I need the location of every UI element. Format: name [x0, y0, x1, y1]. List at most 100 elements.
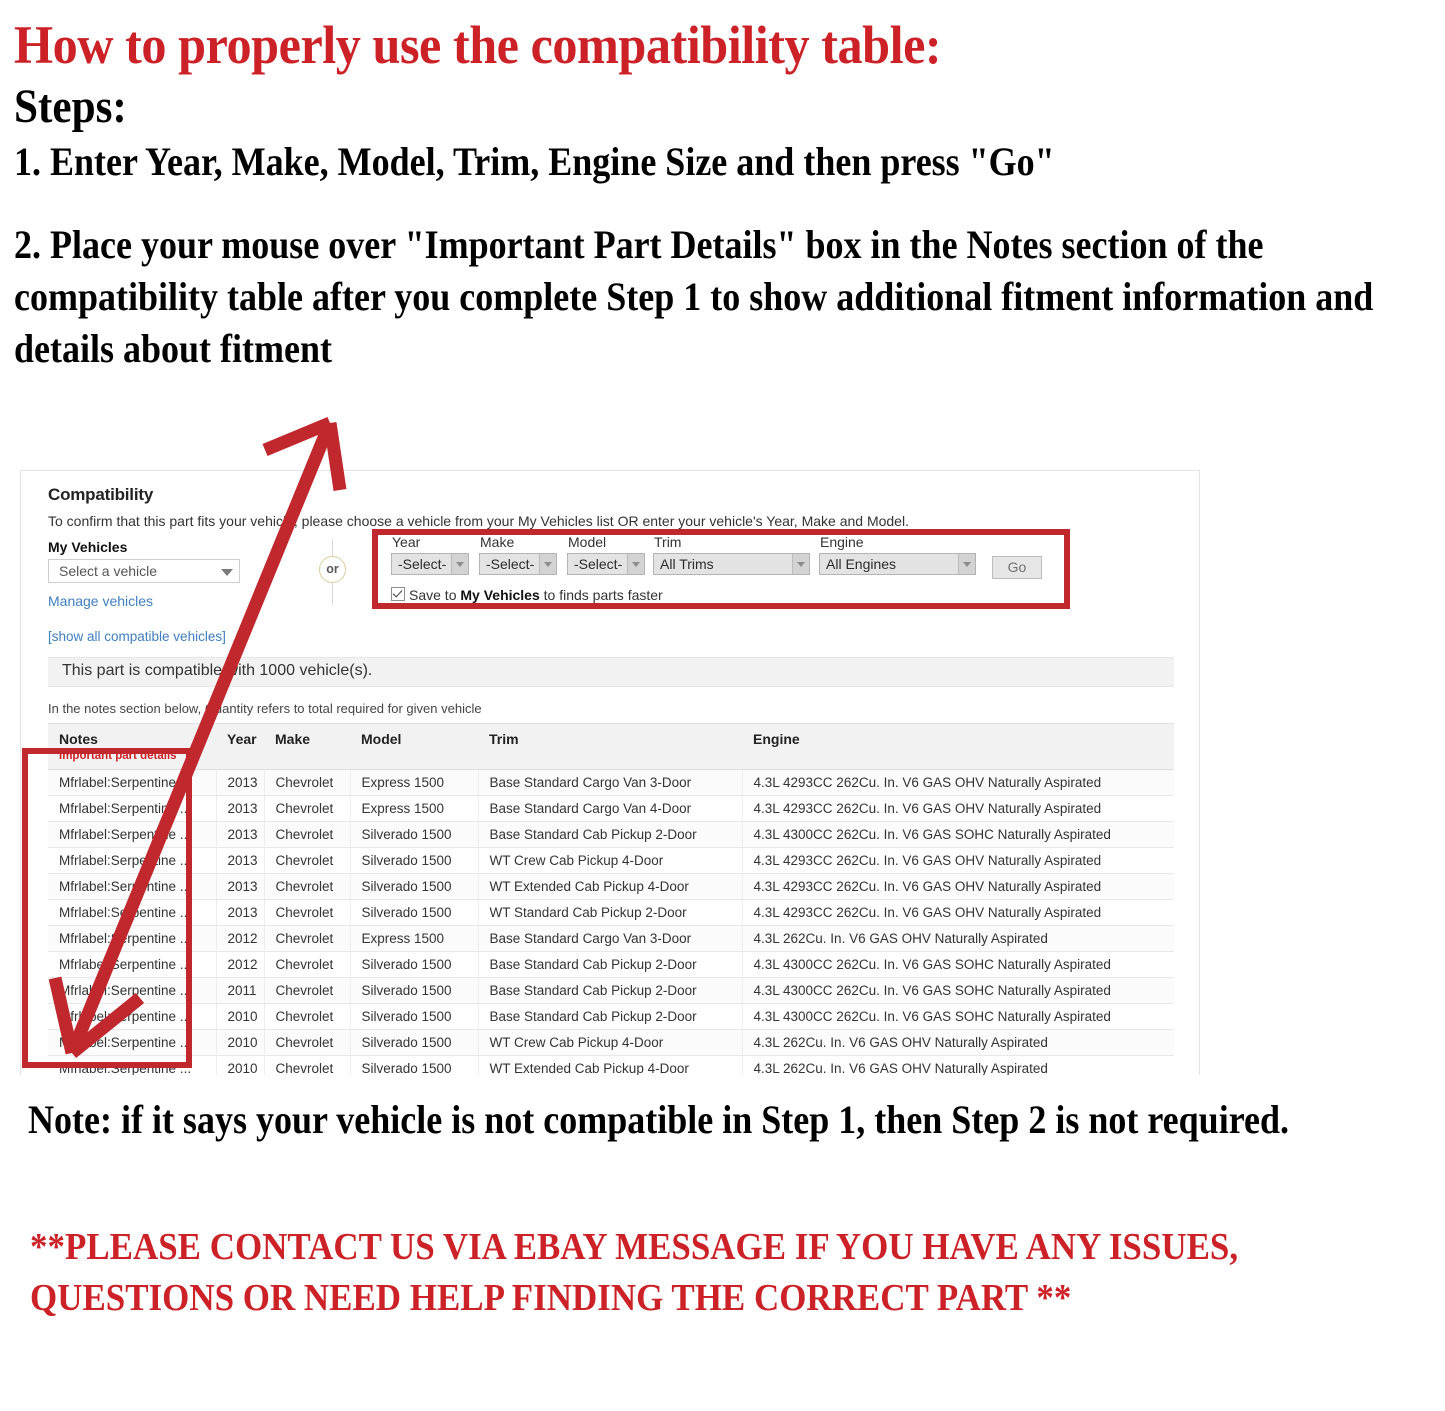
cell-model: Silverado 1500: [350, 1055, 479, 1075]
cell-engine: 4.3L 4293CC 262Cu. In. V6 GAS OHV Natura…: [742, 873, 1174, 900]
cell-year: 2013: [216, 847, 265, 874]
cell-trim: WT Extended Cab Pickup 4-Door: [478, 1055, 743, 1075]
table-row: Mfrlabel:Serpentine ... 2013 Chevrolet Expr…: [48, 795, 1174, 822]
save-to-my-vehicles-checkbox-row[interactable]: Save to My Vehicles to finds parts faste…: [391, 586, 663, 603]
vehicle-select-value: Select a vehicle: [59, 563, 158, 579]
cell-trim: Base Standard Cargo Van 4-Door: [478, 795, 743, 822]
quantity-note: In the notes section below, Quantity ref…: [48, 701, 482, 716]
cell-make: Chevrolet: [264, 873, 351, 900]
table-row: Mfrlabel:Serpentine ... 2013 Chevrolet Silv…: [48, 821, 1174, 848]
cell-year: 2012: [216, 925, 265, 952]
table-row: Mfrlabel:Serpentine ... 2010 Chevrolet Silv…: [48, 1029, 1174, 1056]
table-row: Mfrlabel:Serpentine ... 2010 Chevrolet Silv…: [48, 1003, 1174, 1030]
cell-trim: Base Standard Cargo Van 3-Door: [478, 925, 743, 952]
make-value: -Select-: [486, 556, 535, 572]
footer-note: Note: if it says your vehicle is not com…: [28, 1097, 1290, 1142]
cell-year: 2012: [216, 951, 265, 978]
table-row: Mfrlabel:Serpentine ... 2013 Chevrolet Silv…: [48, 847, 1174, 874]
go-button[interactable]: Go: [992, 556, 1042, 579]
cell-model: Silverado 1500: [350, 1003, 479, 1030]
cell-model: Silverado 1500: [350, 821, 479, 848]
year-label: Year: [392, 534, 421, 550]
cell-model: Silverado 1500: [350, 1029, 479, 1056]
compatibility-heading: Compatibility: [48, 485, 154, 504]
table-row: Mfrlabel:Serpentine ... 2012 Chevrolet Silv…: [48, 951, 1174, 978]
vehicle-select[interactable]: Select a vehicle: [48, 559, 240, 583]
cell-engine: 4.3L 262Cu. In. V6 GAS OHV Naturally Asp…: [742, 1055, 1174, 1075]
compatibility-table-head: Notes Important part details Year Make M…: [48, 723, 1174, 770]
column-header-trim[interactable]: Trim: [478, 723, 742, 770]
table-row: Mfrlabel:Serpentine ... 2013 Chevrolet Silv…: [48, 899, 1174, 926]
chevron-down-icon: [539, 554, 556, 574]
steps-label: Steps:: [14, 80, 127, 133]
cell-trim: Base Standard Cab Pickup 2-Door: [478, 821, 743, 848]
engine-value: All Engines: [826, 556, 897, 572]
model-value: -Select-: [574, 556, 623, 572]
footer-contact: **PLEASE CONTACT US VIA EBAY MESSAGE IF …: [30, 1226, 1239, 1320]
manage-vehicles-link[interactable]: Manage vehicles: [48, 593, 153, 609]
cell-engine: 4.3L 4293CC 262Cu. In. V6 GAS OHV Natura…: [742, 795, 1174, 822]
compatibility-screenshot: Compatibility To confirm that this part …: [20, 470, 1202, 1075]
cell-year: 2010: [216, 1055, 265, 1075]
show-all-compatible-vehicles-link[interactable]: [show all compatible vehicles]: [48, 629, 226, 644]
cell-engine: 4.3L 4293CC 262Cu. In. V6 GAS OHV Natura…: [742, 847, 1174, 874]
or-divider: or: [318, 539, 348, 605]
chevron-down-icon: [221, 569, 233, 576]
cell-engine: 4.3L 262Cu. In. V6 GAS OHV Naturally Asp…: [742, 925, 1174, 952]
model-label: Model: [568, 534, 607, 550]
cell-model: Silverado 1500: [350, 899, 479, 926]
cell-year: 2011: [216, 977, 265, 1004]
column-header-notes-label: Notes: [59, 731, 98, 747]
cell-engine: 4.3L 4300CC 262Cu. In. V6 GAS SOHC Natur…: [742, 977, 1174, 1004]
column-header-make[interactable]: Make: [264, 723, 350, 770]
cell-model: Silverado 1500: [350, 951, 479, 978]
compatibility-subtitle: To confirm that this part fits your vehi…: [48, 513, 909, 529]
page-title: How to properly use the compatibility ta…: [14, 15, 942, 75]
cell-model: Silverado 1500: [350, 873, 479, 900]
column-header-engine[interactable]: Engine: [742, 723, 1174, 770]
cell-make: Chevrolet: [264, 1055, 351, 1075]
chevron-down-icon: [792, 554, 809, 574]
year-select[interactable]: -Select-: [391, 553, 469, 575]
my-vehicles-label: My Vehicles: [48, 539, 128, 555]
cell-trim: WT Crew Cab Pickup 4-Door: [478, 847, 743, 874]
save-prefix-text: Save to: [409, 587, 461, 603]
cell-make: Chevrolet: [264, 925, 351, 952]
trim-select[interactable]: All Trims: [653, 553, 810, 575]
compatibility-panel: Compatibility To confirm that this part …: [20, 470, 1200, 1075]
cell-engine: 4.3L 4293CC 262Cu. In. V6 GAS OHV Natura…: [742, 899, 1174, 926]
cell-year: 2010: [216, 1003, 265, 1030]
cell-engine: 4.3L 4300CC 262Cu. In. V6 GAS SOHC Natur…: [742, 821, 1174, 848]
column-header-year[interactable]: Year: [216, 723, 264, 770]
cell-make: Chevrolet: [264, 1003, 351, 1030]
step-1-text: 1. Enter Year, Make, Model, Trim, Engine…: [14, 139, 1055, 185]
make-label: Make: [480, 534, 515, 550]
make-select[interactable]: -Select-: [479, 553, 557, 575]
checkbox-checked-icon[interactable]: [391, 587, 405, 601]
cell-make: Chevrolet: [264, 977, 351, 1004]
notes-column-highlight-box: [22, 748, 192, 1068]
cell-trim: WT Crew Cab Pickup 4-Door: [478, 1029, 743, 1056]
compatible-count-banner: This part is compatible with 1000 vehicl…: [48, 657, 1174, 687]
cell-engine: 4.3L 4300CC 262Cu. In. V6 GAS SOHC Natur…: [742, 951, 1174, 978]
cell-trim: WT Standard Cab Pickup 2-Door: [478, 899, 743, 926]
cell-model: Express 1500: [350, 925, 479, 952]
table-row: Mfrlabel:Serpentine ... 2013 Chevrolet Expr…: [48, 769, 1174, 796]
cell-model: Silverado 1500: [350, 847, 479, 874]
cell-year: 2013: [216, 769, 265, 796]
cell-trim: Base Standard Cab Pickup 2-Door: [478, 951, 743, 978]
cell-trim: Base Standard Cargo Van 3-Door: [478, 769, 743, 796]
cell-make: Chevrolet: [264, 951, 351, 978]
engine-select[interactable]: All Engines: [819, 553, 976, 575]
cell-engine: 4.3L 4293CC 262Cu. In. V6 GAS OHV Natura…: [742, 769, 1174, 796]
model-select[interactable]: -Select-: [567, 553, 645, 575]
cell-model: Silverado 1500: [350, 977, 479, 1004]
column-header-model[interactable]: Model: [350, 723, 478, 770]
cell-model: Express 1500: [350, 769, 479, 796]
cell-make: Chevrolet: [264, 821, 351, 848]
compatibility-table-body: Mfrlabel:Serpentine ... 2013 Chevrolet Expr…: [48, 769, 1174, 1075]
cell-make: Chevrolet: [264, 1029, 351, 1056]
trim-label: Trim: [654, 534, 682, 550]
chevron-down-icon: [627, 554, 644, 574]
cell-year: 2013: [216, 899, 265, 926]
